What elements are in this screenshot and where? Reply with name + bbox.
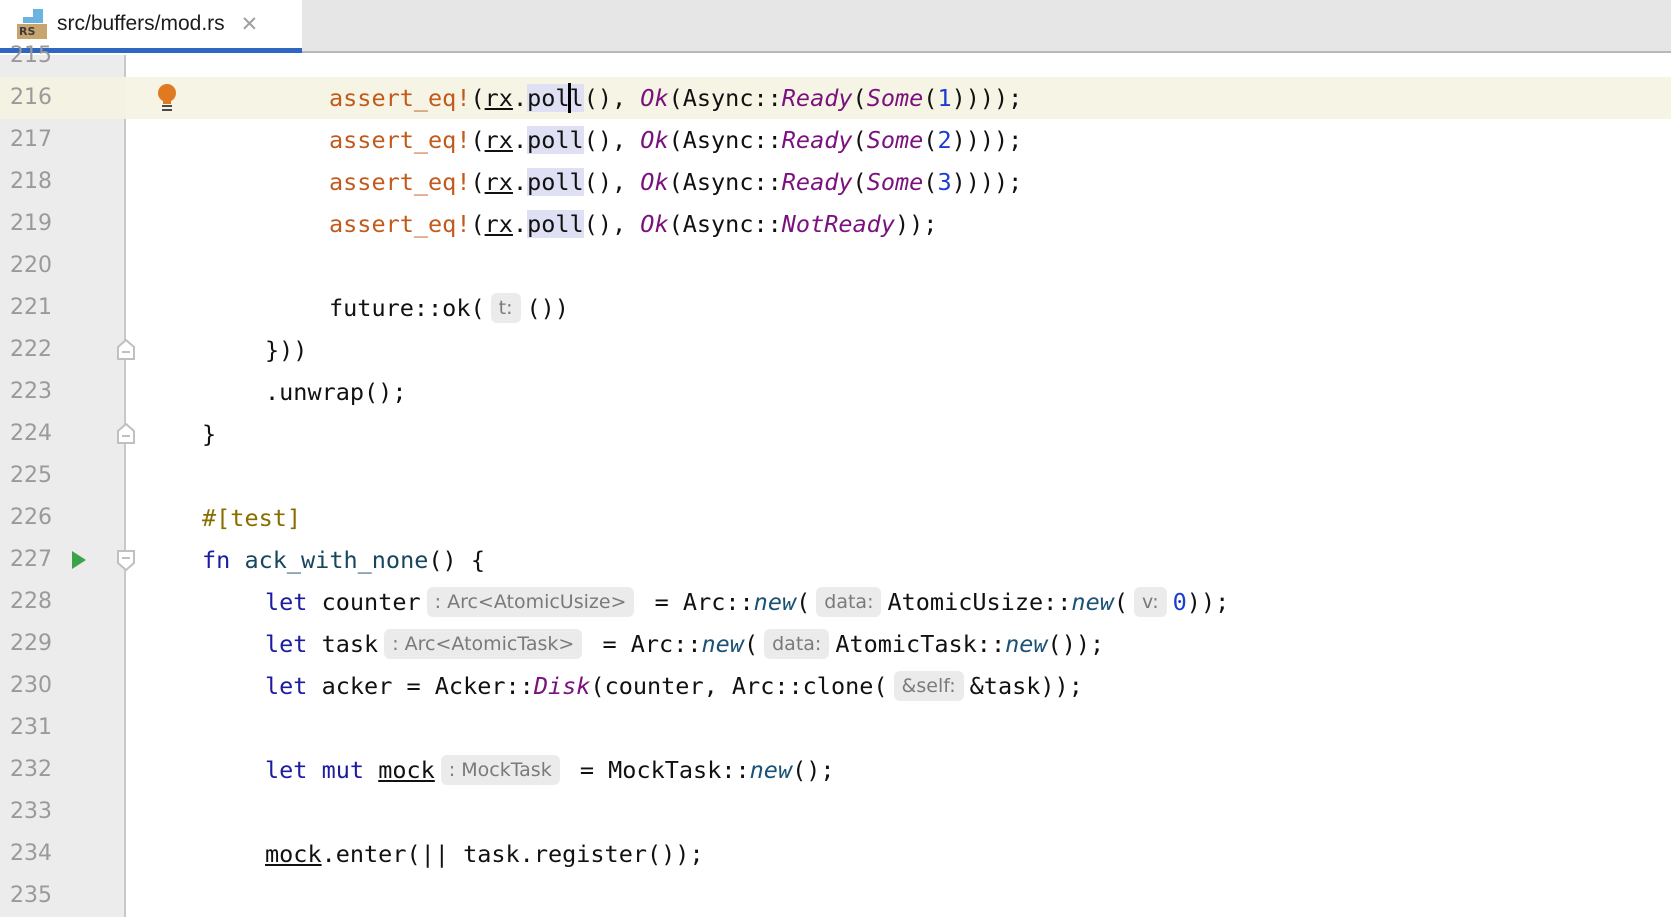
param-hint: v: [1134, 587, 1167, 617]
inlay-hint: t: [490, 293, 521, 323]
code-line: 228 let counter: Arc<AtomicUsize> = Arc:… [0, 581, 1671, 623]
line-number: 233 [10, 799, 52, 824]
code-line: 219 assert_eq!(rx.poll(), Ok(Async::NotR… [0, 203, 1671, 245]
param-hint: data: [764, 629, 830, 659]
type-hint: : MockTask [440, 755, 560, 785]
param-hint: data: [816, 587, 882, 617]
line-number: 226 [10, 505, 52, 530]
code-line: 225 [0, 455, 1671, 497]
code-line: 220 [0, 245, 1671, 287]
line-number: 224 [10, 421, 52, 446]
code-line: 233 [0, 791, 1671, 833]
param-hint: &self: [893, 671, 964, 701]
code-line-current: 216 assert_eq!(rx.poll(), Ok(Async::Read… [0, 77, 1671, 119]
line-number: 219 [10, 211, 52, 236]
code-line: 221 future::ok(t:()) [0, 287, 1671, 329]
code-line: 232 let mut mock: MockTask = MockTask::n… [0, 749, 1671, 791]
fold-start-icon[interactable] [116, 549, 136, 571]
code-line: 227 fn ack_with_none() { [0, 539, 1671, 581]
line-number: 231 [10, 715, 52, 740]
line-number: 221 [10, 295, 52, 320]
code-line: 217 assert_eq!(rx.poll(), Ok(Async::Read… [0, 119, 1671, 161]
line-number: 217 [10, 127, 52, 152]
code-line: 235 [0, 875, 1671, 917]
line-number: 222 [10, 337, 52, 362]
line-number: 229 [10, 631, 52, 656]
code-line: 230 let acker = Acker::Disk(counter, Arc… [0, 665, 1671, 707]
close-icon[interactable]: ✕ [241, 12, 259, 36]
line-number: 223 [10, 379, 52, 404]
text-caret [568, 83, 571, 113]
line-number: 225 [10, 463, 52, 488]
code-editor[interactable]: 215 216 assert_eq!(rx.poll(), Ok(Async::… [0, 43, 1671, 917]
line-number: 232 [10, 757, 52, 782]
code-line: 231 [0, 707, 1671, 749]
code-line: 229 let task: Arc<AtomicTask> = Arc::new… [0, 623, 1671, 665]
line-number: 234 [10, 841, 52, 866]
line-number: 227 [10, 547, 52, 572]
fold-end-icon[interactable] [116, 423, 136, 445]
run-test-icon[interactable] [72, 551, 86, 569]
code-line: 215 [0, 35, 1671, 77]
fold-end-icon[interactable] [116, 339, 136, 361]
code-line: 224 } [0, 413, 1671, 455]
type-hint: : Arc<AtomicTask> [384, 629, 583, 659]
lightbulb-icon[interactable] [155, 83, 179, 113]
line-number: 230 [10, 673, 52, 698]
variable-rx: rx [484, 84, 513, 112]
tab-title: src/buffers/mod.rs [57, 12, 225, 35]
line-number: 218 [10, 169, 52, 194]
line-number: 216 [10, 85, 52, 110]
code-line: 218 assert_eq!(rx.poll(), Ok(Async::Read… [0, 161, 1671, 203]
line-number: 220 [10, 253, 52, 278]
code-line: 223 .unwrap(); [0, 371, 1671, 413]
code-line: 234 mock.enter(|| task.register()); [0, 833, 1671, 875]
code-line: 226 #[test] [0, 497, 1671, 539]
type-hint: : Arc<AtomicUsize> [426, 587, 635, 617]
line-number: 215 [10, 43, 52, 68]
line-number: 235 [10, 883, 52, 908]
line-number: 228 [10, 589, 52, 614]
code-line: 222 })) [0, 329, 1671, 371]
